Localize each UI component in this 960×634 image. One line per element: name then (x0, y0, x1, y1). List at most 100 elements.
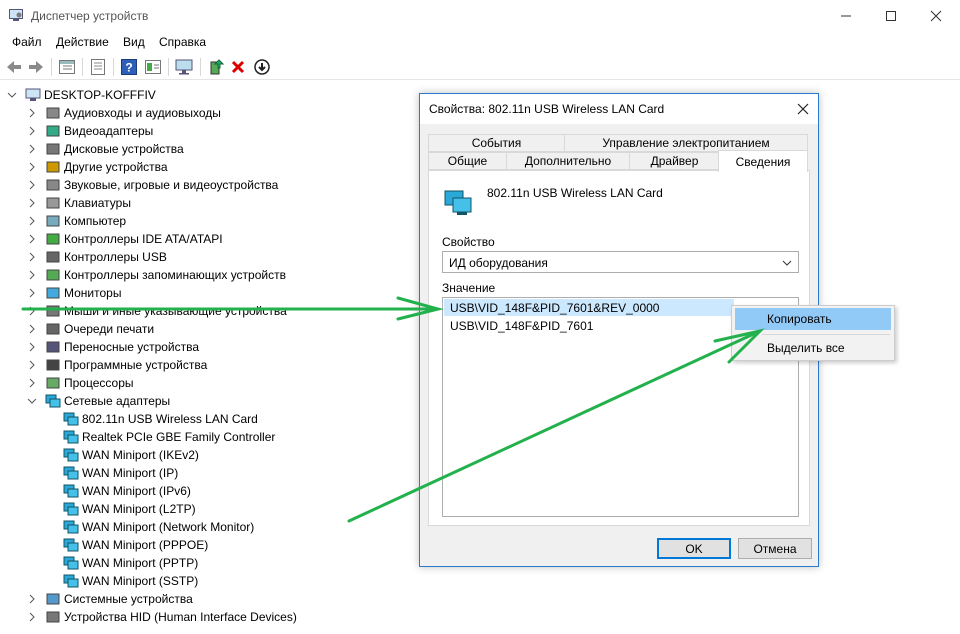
chevron-right-icon[interactable] (27, 180, 37, 190)
properties-button[interactable] (88, 57, 108, 77)
chevron-right-icon[interactable] (27, 270, 37, 280)
chevron-down-icon[interactable] (7, 90, 17, 100)
tree-category[interactable]: Мыши и иные указывающие устройства (27, 302, 287, 320)
tree-root[interactable]: DESKTOP-KOFFFIV (7, 86, 156, 104)
tree-category[interactable]: Контроллеры запоминающих устройств (27, 266, 286, 284)
tab-general[interactable]: Общие (428, 152, 507, 170)
help-button[interactable]: ? (119, 57, 139, 77)
tab-events[interactable]: События (428, 134, 565, 152)
tree-device[interactable]: WAN Miniport (PPTP) (63, 554, 198, 572)
tree-category[interactable]: Сетевые адаптеры (27, 392, 170, 410)
menu-help[interactable]: Справка (159, 35, 206, 49)
chevron-right-icon[interactable] (27, 360, 37, 370)
tree-device[interactable]: WAN Miniport (IKEv2) (63, 446, 199, 464)
tree-category[interactable]: Устройства HID (Human Interface Devices) (27, 608, 297, 626)
chevron-right-icon[interactable] (27, 162, 37, 172)
cancel-button[interactable]: Отмена (738, 538, 812, 559)
tree-category-label: Сетевые адаптеры (64, 394, 171, 408)
tree-category[interactable]: Программные устройства (27, 356, 207, 374)
chevron-right-icon[interactable] (27, 126, 37, 136)
forward-button[interactable] (26, 57, 46, 77)
chevron-right-icon[interactable] (27, 144, 37, 154)
menu-item-select-all[interactable]: Выделить все (735, 337, 891, 359)
tree-category[interactable]: Аудиовходы и аудиовыходы (27, 104, 221, 122)
list-item[interactable]: USB\VID_148F&PID_7601 (444, 317, 593, 334)
menu-action[interactable]: Действие (56, 35, 109, 49)
tree-category[interactable]: Мониторы (27, 284, 121, 302)
chevron-right-icon[interactable] (27, 216, 37, 226)
list-item[interactable]: USB\VID_148F&PID_7601&REV_0000 (444, 299, 734, 316)
chevron-right-icon[interactable] (27, 234, 37, 244)
tree-category-label: Очереди печати (64, 322, 155, 336)
back-button[interactable] (4, 57, 24, 77)
portable-icon (45, 339, 61, 355)
chevron-right-icon[interactable] (27, 342, 37, 352)
chevron-down-icon[interactable] (27, 396, 37, 406)
tree-category[interactable]: Дисковые устройства (27, 140, 184, 158)
chevron-right-icon[interactable] (27, 594, 37, 604)
tree-category[interactable]: Звуковые, игровые и видеоустройства (27, 176, 278, 194)
dialog-close-icon[interactable] (796, 102, 810, 116)
tree-category[interactable]: Другие устройства (27, 158, 168, 176)
chevron-right-icon[interactable] (27, 612, 37, 622)
chevron-right-icon[interactable] (27, 198, 37, 208)
tab-details[interactable]: Сведения (718, 150, 808, 172)
toolbar-separator (200, 58, 201, 76)
ide-icon (45, 231, 61, 247)
close-button[interactable] (913, 0, 959, 32)
tree-device-label: WAN Miniport (IKEv2) (82, 448, 199, 462)
tree-device[interactable]: WAN Miniport (IP) (63, 464, 178, 482)
tree-category-label: Дисковые устройства (64, 142, 184, 156)
chevron-right-icon[interactable] (27, 378, 37, 388)
disable-device-button[interactable] (252, 57, 272, 77)
tree-category[interactable]: Клавиатуры (27, 194, 131, 212)
chevron-down-icon (782, 260, 792, 266)
tree-device[interactable]: 802.11n USB Wireless LAN Card (63, 410, 258, 428)
show-tree-button[interactable] (57, 57, 77, 77)
chevron-right-icon[interactable] (27, 324, 37, 334)
tree-category-label: Устройства HID (Human Interface Devices) (64, 610, 297, 624)
uninstall-button[interactable] (228, 57, 248, 77)
tree-device-label: WAN Miniport (PPTP) (82, 556, 199, 570)
menu-view[interactable]: Вид (123, 35, 145, 49)
update-driver-button[interactable] (206, 57, 226, 77)
tree-device[interactable]: WAN Miniport (SSTP) (63, 572, 198, 590)
menu-item-copy[interactable]: Копировать (735, 308, 891, 330)
arrow-left-icon (7, 61, 21, 73)
tree-device[interactable]: WAN Miniport (IPv6) (63, 482, 191, 500)
menu-file[interactable]: Файл (12, 35, 42, 49)
tree-category[interactable]: Контроллеры USB (27, 248, 167, 266)
chevron-right-icon[interactable] (27, 288, 37, 298)
chevron-right-icon[interactable] (27, 306, 37, 316)
tab-advanced[interactable]: Дополнительно (506, 152, 630, 170)
tree-category[interactable]: Видеоадаптеры (27, 122, 153, 140)
tree-device-label: WAN Miniport (SSTP) (82, 574, 199, 588)
tree-category[interactable]: Контроллеры IDE ATA/ATAPI (27, 230, 223, 248)
tab-driver[interactable]: Драйвер (629, 152, 720, 170)
tree-device[interactable]: WAN Miniport (Network Monitor) (63, 518, 254, 536)
property-select[interactable]: ИД оборудования (442, 251, 799, 273)
mouse-icon (45, 303, 61, 319)
tree-category[interactable]: Очереди печати (27, 320, 154, 338)
network-icon (45, 393, 61, 409)
ok-button[interactable]: OK (657, 538, 731, 559)
scan-hardware-button[interactable] (174, 57, 194, 77)
toolbar: ? (0, 54, 960, 80)
network-adapter-icon (63, 483, 79, 499)
tree-category[interactable]: Компьютер (27, 212, 126, 230)
tree-device[interactable]: WAN Miniport (L2TP) (63, 500, 196, 518)
maximize-icon (886, 11, 896, 21)
chevron-right-icon[interactable] (27, 108, 37, 118)
title-bar: Диспетчер устройств (0, 0, 960, 32)
tree-device[interactable]: WAN Miniport (PPPOE) (63, 536, 208, 554)
maximize-button[interactable] (868, 0, 914, 32)
minimize-button[interactable] (823, 0, 869, 32)
tree-device[interactable]: Realtek PCIe GBE Family Controller (63, 428, 275, 446)
tree-category[interactable]: Процессоры (27, 374, 134, 392)
chevron-right-icon[interactable] (27, 252, 37, 262)
action-view-button[interactable] (143, 57, 163, 77)
tree-category[interactable]: Системные устройства (27, 590, 193, 608)
tree-category[interactable]: Переносные устройства (27, 338, 199, 356)
network-adapter-icon (63, 411, 79, 427)
hid-icon (45, 609, 61, 625)
